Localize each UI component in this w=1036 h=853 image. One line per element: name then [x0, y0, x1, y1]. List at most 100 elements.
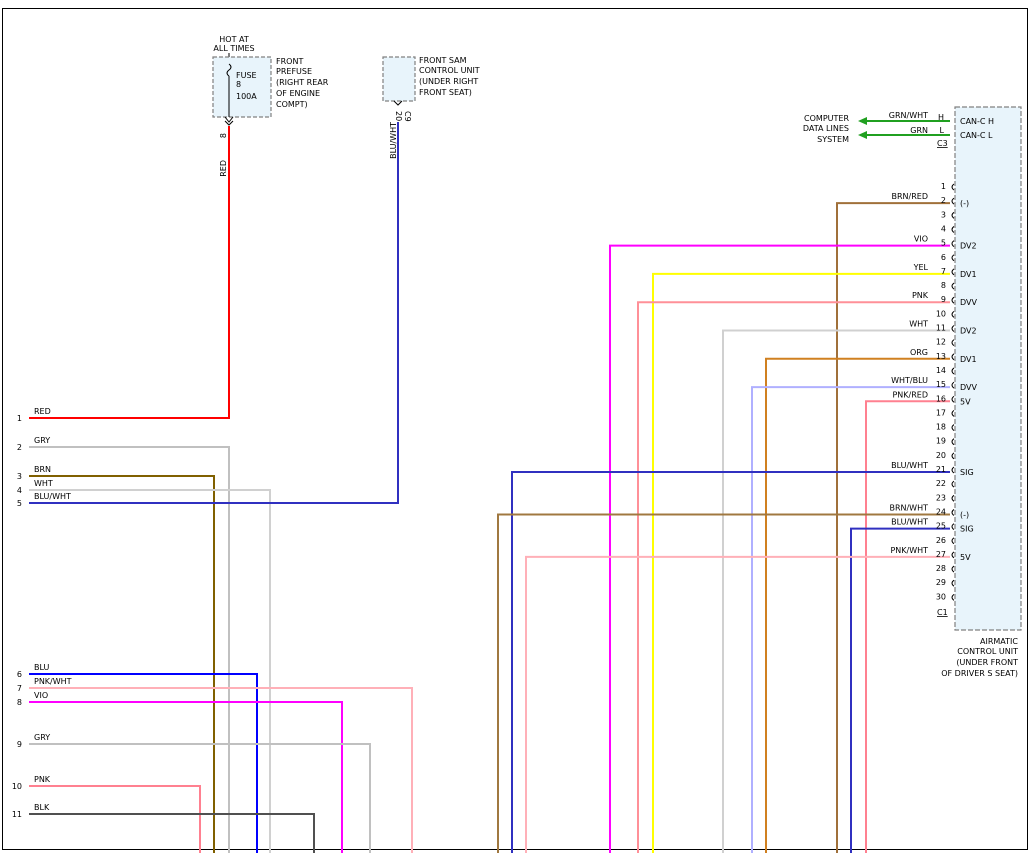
- airmatic-pin-func: SIG: [960, 468, 974, 477]
- can-h-arrow-icon: [858, 117, 867, 125]
- pin-contact-icon: [951, 226, 955, 233]
- airmatic-pin-number: 19: [936, 437, 946, 446]
- airmatic-pin-number: 4: [941, 224, 946, 233]
- airmatic-desc-4: OF DRIVER S SEAT): [941, 669, 1018, 678]
- airmatic-pin-func: 5V: [960, 397, 971, 406]
- left-pin-wire-label: BLU/WHT: [34, 492, 71, 501]
- airmatic-pin-func: DV1: [960, 270, 977, 279]
- fuse-wire-label: RED: [219, 160, 228, 177]
- airmatic-pin-number: 13: [936, 352, 946, 361]
- airmatic-pin-func: DV2: [960, 327, 977, 336]
- airmatic-desc-2: CONTROL UNIT: [957, 647, 1018, 656]
- pin-contact-icon: [951, 254, 955, 262]
- airmatic-pin-number: 8: [941, 281, 946, 290]
- airmatic-pin-wire-label: PNK/WHT: [890, 546, 928, 555]
- airmatic-pin-func: DVV: [960, 298, 977, 307]
- airmatic-pin-func: DVV: [960, 383, 977, 392]
- airmatic-control-unit: AIRMATIC CONTROL UNIT (UNDER FRONT OF DR…: [803, 106, 1022, 678]
- airmatic-pin-number: 9: [941, 295, 946, 304]
- fuse-box: [212, 56, 272, 118]
- left-pin-wire-label: PNK/WHT: [34, 677, 72, 686]
- airmatic-pin-func: SIG: [960, 525, 974, 534]
- connector-c3-label: C3: [937, 139, 948, 148]
- can-l-func: CAN-C L: [960, 131, 993, 140]
- wire-airmatic-pin13: [765, 357, 950, 853]
- airmatic-pin-func: DV2: [960, 242, 977, 251]
- sam-pin-number: 20: [394, 111, 403, 121]
- pin-contact-icon: [951, 197, 955, 205]
- airmatic-pin-wire-label: BLU/WHT: [891, 518, 928, 527]
- airmatic-pin-number: 23: [936, 493, 946, 502]
- wire-wht-pin4: [29, 489, 271, 853]
- airmatic-pin-func: 5V: [960, 553, 971, 562]
- fuse-rating: 100A: [236, 92, 257, 101]
- can-h-func: CAN-C H: [960, 117, 994, 126]
- left-pin-number: 5: [17, 499, 22, 508]
- connector-c1-label: C1: [937, 608, 948, 617]
- airmatic-pin-number: 3: [941, 210, 946, 219]
- left-pin-number: 1: [17, 414, 22, 423]
- pin-contact-icon: [951, 282, 955, 290]
- can-system-2: DATA LINES: [803, 124, 849, 133]
- airmatic-pin-func: DV1: [960, 355, 977, 364]
- pin-contact-icon: [951, 367, 955, 375]
- airmatic-pin-wire-label: YEL: [913, 263, 929, 272]
- left-pin-number: 3: [17, 472, 22, 481]
- airmatic-pin-number: 20: [936, 451, 946, 460]
- left-pin-wire-label: GRY: [34, 436, 50, 445]
- airmatic-pin-number: 14: [936, 366, 946, 375]
- pin-contact-icon: [951, 325, 955, 332]
- airmatic-pin-number: 6: [941, 253, 946, 262]
- pin-contact-icon: [951, 211, 955, 219]
- can-system-1: COMPUTER: [804, 114, 849, 123]
- airmatic-pin-wire-label: VIO: [914, 235, 928, 244]
- wire-vio-pin8: [29, 701, 343, 853]
- sam-desc-3: (UNDER RIGHT: [419, 77, 478, 86]
- airmatic-pin-number: 21: [936, 465, 946, 474]
- airmatic-pin-number: 27: [936, 550, 946, 559]
- pin-contact-icon: [951, 296, 955, 304]
- can-system-3: SYSTEM: [817, 135, 849, 144]
- airmatic-pin-wire-label: WHT: [909, 320, 928, 329]
- left-pin-number: 6: [17, 670, 22, 679]
- airmatic-pin-wire-label: PNK/RED: [892, 390, 928, 399]
- airmatic-pin-number: 16: [936, 394, 946, 403]
- left-pin-wire-label: GRY: [34, 733, 50, 742]
- pin-contact-icon: [951, 240, 955, 247]
- sam-desc-2: CONTROL UNIT: [419, 66, 480, 75]
- hot-at-label-2: ALL TIMES: [213, 44, 254, 53]
- wire-airmatic-pin27: [525, 555, 950, 853]
- airmatic-pin-wire-label: PNK: [912, 291, 929, 300]
- pin-contact-icon: [951, 353, 955, 361]
- pin-contact-icon: [951, 593, 955, 601]
- left-pin-number: 9: [17, 740, 22, 749]
- front-sam-block: FRONT SAM CONTROL UNIT (UNDER RIGHT FRON…: [382, 56, 480, 159]
- fuse-desc-2: PREFUSE: [276, 67, 312, 76]
- airmatic-pin-func: (-): [960, 199, 969, 208]
- sam-desc-4: FRONT SEAT): [419, 88, 472, 97]
- pin-contact-icon: [951, 395, 955, 403]
- left-pin-wire-label: WHT: [34, 479, 53, 488]
- airmatic-pin-number: 12: [936, 338, 946, 347]
- wire-pnkwht-pin7: [29, 687, 413, 853]
- left-pin-number: 8: [17, 698, 22, 707]
- sam-box: [382, 56, 416, 102]
- can-l-pin: L: [940, 126, 945, 135]
- airmatic-pin-number: 24: [936, 507, 946, 516]
- airmatic-desc-3: (UNDER FRONT: [956, 658, 1018, 667]
- fuse-desc-3: (RIGHT REAR: [276, 78, 329, 87]
- airmatic-pin-number: 18: [936, 423, 946, 432]
- can-h-wire-label: GRN/WHT: [889, 111, 928, 120]
- left-pin-number: 2: [17, 443, 22, 452]
- can-l-wire-label: GRN: [910, 126, 928, 135]
- pin-contact-icon: [951, 438, 955, 446]
- left-connector-pins: 1 RED 2 GRY 3 BRN 4 WHT 5 BLU/WHT 6 BLU 7 PNK/WHT 8 VIO…: [12, 407, 72, 819]
- airmatic-pin-wire-label: BLU/WHT: [891, 461, 928, 470]
- pin-contact-icon: [951, 452, 955, 460]
- pin-contact-icon: [951, 579, 955, 587]
- pin-contact-icon: [951, 424, 955, 431]
- front-prefuse-block: HOT AT ALL TIMES FUSE 8 100A FRONT PREFU…: [212, 35, 329, 177]
- fuse-desc-5: COMPT): [276, 100, 308, 109]
- sam-desc-1: FRONT SAM: [419, 56, 467, 65]
- airmatic-pin-number: 28: [936, 564, 946, 573]
